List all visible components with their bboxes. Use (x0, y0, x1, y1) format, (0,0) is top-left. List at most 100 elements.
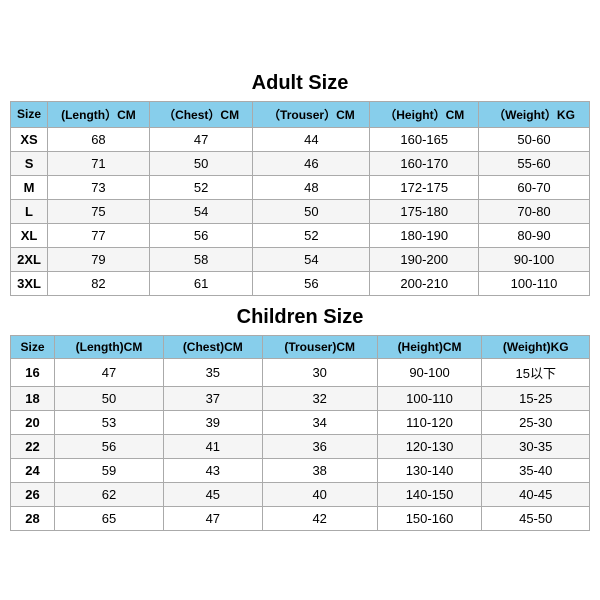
adult-table-body: XS684744160-16550-60S715046160-17055-60M… (11, 127, 590, 295)
children-table-cell: 130-140 (377, 458, 482, 482)
children-header-cell: (Height)CM (377, 335, 482, 358)
children-table-row: 28654742150-16045-50 (11, 506, 590, 530)
adult-table-cell: 50-60 (479, 127, 590, 151)
children-table-cell: 120-130 (377, 434, 482, 458)
children-table-cell: 20 (11, 410, 55, 434)
adult-table-cell: 70-80 (479, 199, 590, 223)
adult-header-cell: （Chest）CM (149, 101, 253, 127)
adult-header-cell: Size (11, 101, 48, 127)
adult-table-cell: 68 (48, 127, 150, 151)
children-table-cell: 36 (262, 434, 377, 458)
adult-table-cell: 200-210 (370, 271, 479, 295)
children-table-cell: 15-25 (482, 386, 590, 410)
adult-table-cell: 172-175 (370, 175, 479, 199)
children-table-cell: 100-110 (377, 386, 482, 410)
children-table-cell: 41 (163, 434, 262, 458)
children-table-cell: 37 (163, 386, 262, 410)
adult-table-cell: 175-180 (370, 199, 479, 223)
adult-table-row: S715046160-17055-60 (11, 151, 590, 175)
children-table-cell: 40-45 (482, 482, 590, 506)
children-table-cell: 47 (55, 358, 164, 386)
adult-table-row: 2XL795854190-20090-100 (11, 247, 590, 271)
children-header-cell: Size (11, 335, 55, 358)
children-table-row: 22564136120-13030-35 (11, 434, 590, 458)
children-table-cell: 39 (163, 410, 262, 434)
adult-table-cell: 52 (253, 223, 370, 247)
children-table-cell: 30 (262, 358, 377, 386)
adult-table-cell: 50 (149, 151, 253, 175)
children-table-header: Size(Length)CM(Chest)CM(Trouser)CM(Heigh… (11, 335, 590, 358)
adult-table-cell: 55-60 (479, 151, 590, 175)
adult-table-cell: 61 (149, 271, 253, 295)
children-table-cell: 24 (11, 458, 55, 482)
children-table-cell: 150-160 (377, 506, 482, 530)
adult-table-header: Size(Length）CM（Chest）CM（Trouser）CM（Heigh… (11, 101, 590, 127)
children-size-table: Size(Length)CM(Chest)CM(Trouser)CM(Heigh… (10, 335, 590, 531)
children-table-row: 18503732100-11015-25 (11, 386, 590, 410)
adult-header-cell: （Height）CM (370, 101, 479, 127)
adult-header-cell: (Length）CM (48, 101, 150, 127)
adult-table-cell: L (11, 199, 48, 223)
children-table-row: 24594338130-14035-40 (11, 458, 590, 482)
adult-table-cell: 90-100 (479, 247, 590, 271)
adult-table-cell: 54 (149, 199, 253, 223)
adult-table-cell: M (11, 175, 48, 199)
adult-header-cell: （Weight）KG (479, 101, 590, 127)
children-table-cell: 45 (163, 482, 262, 506)
children-table-cell: 30-35 (482, 434, 590, 458)
children-table-row: 1647353090-10015以下 (11, 358, 590, 386)
adult-section-title: Adult Size (10, 66, 590, 101)
children-header-cell: (Trouser)CM (262, 335, 377, 358)
children-header-cell: (Chest)CM (163, 335, 262, 358)
adult-table-cell: 50 (253, 199, 370, 223)
adult-table-cell: 73 (48, 175, 150, 199)
children-table-cell: 42 (262, 506, 377, 530)
adult-table-cell: 160-170 (370, 151, 479, 175)
adult-table-row: XS684744160-16550-60 (11, 127, 590, 151)
children-table-cell: 140-150 (377, 482, 482, 506)
children-table-cell: 16 (11, 358, 55, 386)
adult-table-cell: 75 (48, 199, 150, 223)
children-table-cell: 25-30 (482, 410, 590, 434)
children-table-cell: 90-100 (377, 358, 482, 386)
adult-table-cell: 56 (149, 223, 253, 247)
children-table-cell: 18 (11, 386, 55, 410)
children-table-cell: 34 (262, 410, 377, 434)
children-section-title: Children Size (10, 300, 590, 335)
children-table-cell: 28 (11, 506, 55, 530)
children-table-cell: 38 (262, 458, 377, 482)
adult-table-cell: 52 (149, 175, 253, 199)
adult-table-cell: 58 (149, 247, 253, 271)
children-header-row: Size(Length)CM(Chest)CM(Trouser)CM(Heigh… (11, 335, 590, 358)
children-table-cell: 35 (163, 358, 262, 386)
adult-table-cell: 60-70 (479, 175, 590, 199)
adult-table-cell: 48 (253, 175, 370, 199)
children-table-cell: 56 (55, 434, 164, 458)
children-table-cell: 43 (163, 458, 262, 482)
children-table-body: 1647353090-10015以下18503732100-11015-2520… (11, 358, 590, 530)
children-table-cell: 110-120 (377, 410, 482, 434)
children-header-cell: (Weight)KG (482, 335, 590, 358)
adult-size-table: Size(Length）CM（Chest）CM（Trouser）CM（Heigh… (10, 101, 590, 296)
children-table-row: 20533934110-12025-30 (11, 410, 590, 434)
adult-header-row: Size(Length）CM（Chest）CM（Trouser）CM（Heigh… (11, 101, 590, 127)
adult-table-cell: XS (11, 127, 48, 151)
adult-table-cell: 190-200 (370, 247, 479, 271)
adult-table-cell: 56 (253, 271, 370, 295)
children-table-row: 26624540140-15040-45 (11, 482, 590, 506)
adult-table-cell: 77 (48, 223, 150, 247)
children-table-cell: 32 (262, 386, 377, 410)
adult-table-cell: 79 (48, 247, 150, 271)
children-table-cell: 47 (163, 506, 262, 530)
children-header-cell: (Length)CM (55, 335, 164, 358)
adult-table-cell: 46 (253, 151, 370, 175)
children-table-cell: 45-50 (482, 506, 590, 530)
adult-table-row: M735248172-17560-70 (11, 175, 590, 199)
children-table-cell: 26 (11, 482, 55, 506)
adult-table-row: L755450175-18070-80 (11, 199, 590, 223)
adult-table-cell: XL (11, 223, 48, 247)
adult-table-cell: 47 (149, 127, 253, 151)
children-table-cell: 65 (55, 506, 164, 530)
adult-table-row: 3XL826156200-210100-110 (11, 271, 590, 295)
children-table-cell: 53 (55, 410, 164, 434)
